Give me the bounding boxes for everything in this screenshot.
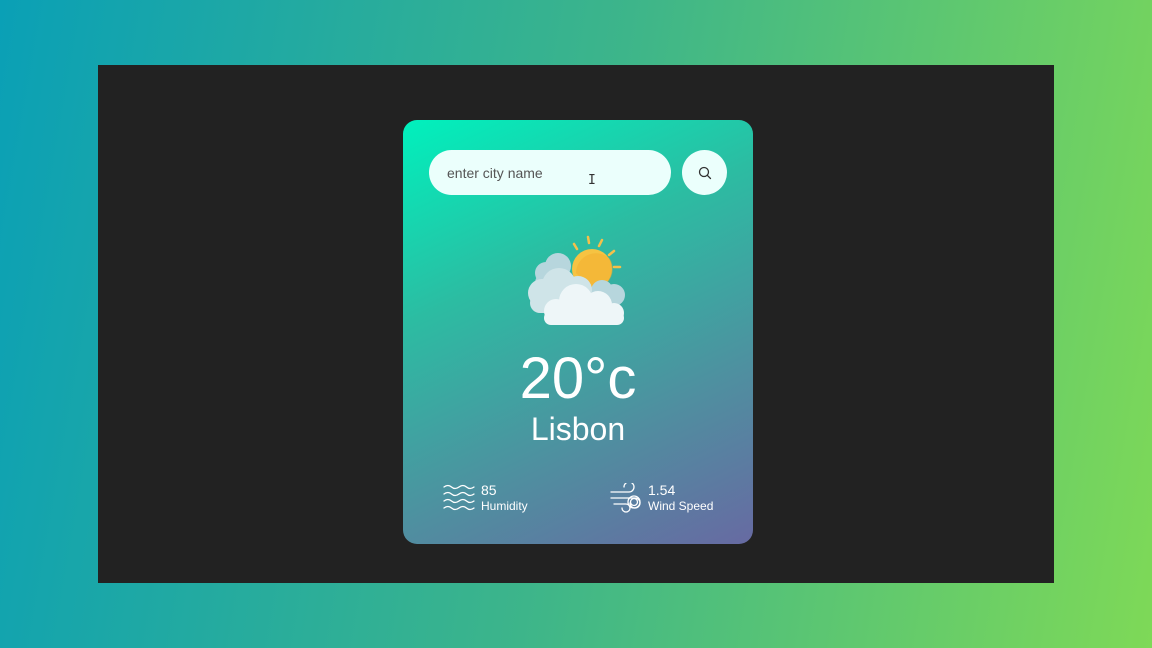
humidity-text: 85 Humidity [481, 482, 528, 514]
search-bar: I [429, 150, 727, 195]
partly-cloudy-icon [528, 235, 625, 325]
city-name: Lisbon [530, 411, 626, 447]
humidity-waves-icon [443, 484, 475, 511]
humidity-value: 85 [481, 482, 497, 498]
wind-speed-value: 1.54 [648, 482, 676, 498]
wind-speed-label: Wind Speed [648, 499, 714, 513]
wind-text: 1.54 Wind Speed [648, 482, 713, 514]
city-search-input[interactable] [429, 150, 671, 195]
wind-detail: 1.54 Wind Speed [610, 482, 713, 514]
search-icon [698, 166, 711, 179]
temperature-value: 20°c [519, 346, 637, 411]
search-button[interactable] [682, 150, 727, 195]
humidity-detail: 85 Humidity [443, 482, 528, 514]
weather-card: I [403, 120, 753, 544]
humidity-label: Humidity [481, 499, 528, 513]
wind-icon [610, 483, 641, 513]
text-cursor-icon: I [588, 173, 596, 188]
app-stage: I [98, 65, 1054, 583]
